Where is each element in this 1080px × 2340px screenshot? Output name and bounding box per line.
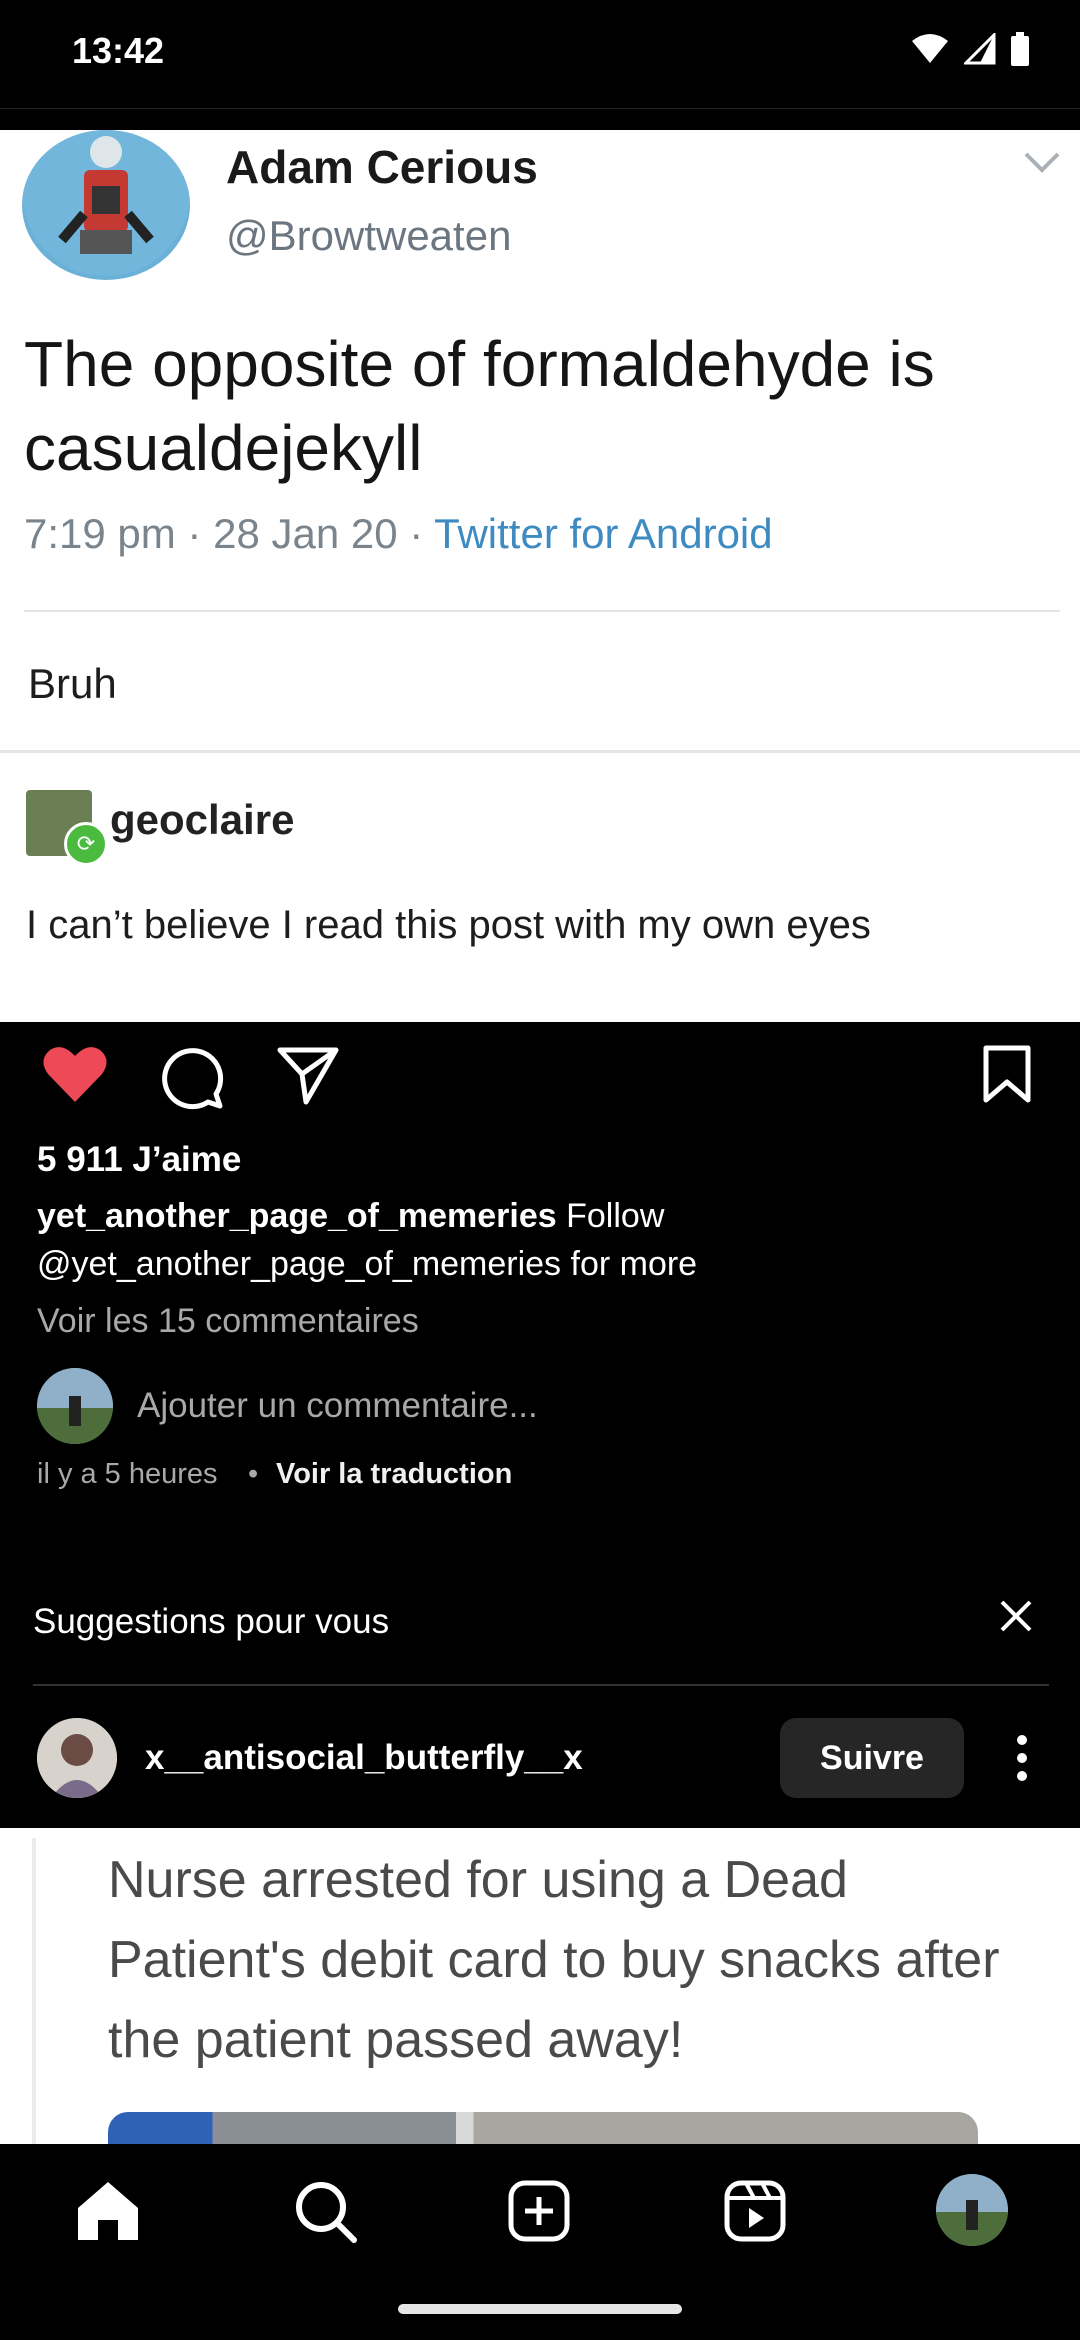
separator-dot: • xyxy=(248,1458,259,1490)
tweet-text: The opposite of formaldehyde is casualde… xyxy=(24,328,935,484)
chevron-down-icon xyxy=(1024,152,1060,173)
avatar xyxy=(37,1368,113,1444)
suggestions-title: Suggestions pour vous xyxy=(33,1602,390,1641)
tweet-time: 7:19 pm · 28 Jan 20 · xyxy=(24,510,435,557)
next-post-photo xyxy=(108,2112,978,2144)
follow-button[interactable]: Suivre xyxy=(780,1718,964,1798)
tweet-author-avatar xyxy=(22,130,190,280)
bookmark-icon[interactable] xyxy=(982,1044,1032,1104)
reblog-text: I can’t believe I read this post with my… xyxy=(26,903,871,947)
reels-icon[interactable] xyxy=(724,2180,786,2242)
quote-bar xyxy=(32,1838,36,2144)
wifi-icon xyxy=(912,34,948,63)
close-icon[interactable] xyxy=(996,1596,1036,1636)
reblogger-name: geoclaire xyxy=(110,796,295,843)
profile-avatar[interactable] xyxy=(936,2174,1008,2246)
post-caption: yet_another_page_of_memeries Follow @yet… xyxy=(37,1192,1037,1288)
divider xyxy=(33,1684,1049,1686)
tweet-source: Twitter for Android xyxy=(434,510,773,557)
home-indicator[interactable] xyxy=(398,2304,682,2314)
view-comments-link[interactable]: Voir les 15 commentaires xyxy=(37,1302,419,1341)
battery-icon xyxy=(1011,32,1029,66)
home-icon[interactable] xyxy=(76,2180,140,2242)
next-post-text: Nurse arrested for using a Dead Patient'… xyxy=(108,1851,1000,2069)
status-time: 13:42 xyxy=(72,30,165,71)
tweet-author-handle: @Browtweaten xyxy=(226,212,512,259)
comment-icon[interactable] xyxy=(158,1044,224,1110)
add-comment-input[interactable]: Ajouter un commentaire... xyxy=(137,1386,538,1426)
post-timestamp: il y a 5 heures xyxy=(37,1458,218,1490)
caption-username[interactable]: yet_another_page_of_memeries xyxy=(37,1197,557,1235)
create-icon[interactable] xyxy=(508,2180,570,2242)
status-icons xyxy=(910,32,1030,66)
see-translation-link[interactable]: Voir la traduction xyxy=(276,1458,512,1491)
like-count[interactable]: 5 911 J’aime xyxy=(37,1140,241,1180)
search-icon[interactable] xyxy=(294,2180,358,2244)
cell-signal-icon xyxy=(964,33,996,65)
tweet-author-name: Adam Cerious xyxy=(226,141,538,193)
heart-icon[interactable] xyxy=(42,1044,108,1104)
suggested-account-name[interactable]: x__antisocial_butterfly__x xyxy=(145,1738,583,1778)
reply-text: Bruh xyxy=(28,660,117,707)
post-image[interactable]: Adam Cerious @Browtweaten The opposite o… xyxy=(0,130,1080,1022)
header-strip xyxy=(0,108,1080,131)
suggested-account-avatar[interactable] xyxy=(37,1718,117,1798)
reblog-icon: ⟳ xyxy=(64,822,108,866)
next-post-image[interactable]: Nurse arrested for using a Dead Patient'… xyxy=(0,1828,1080,2144)
tweet-meta: 7:19 pm · 28 Jan 20 · Twitter for Androi… xyxy=(24,510,773,558)
share-icon[interactable] xyxy=(276,1044,340,1106)
more-options-icon[interactable] xyxy=(1010,1732,1034,1784)
divider xyxy=(24,610,1060,612)
divider xyxy=(0,750,1080,753)
